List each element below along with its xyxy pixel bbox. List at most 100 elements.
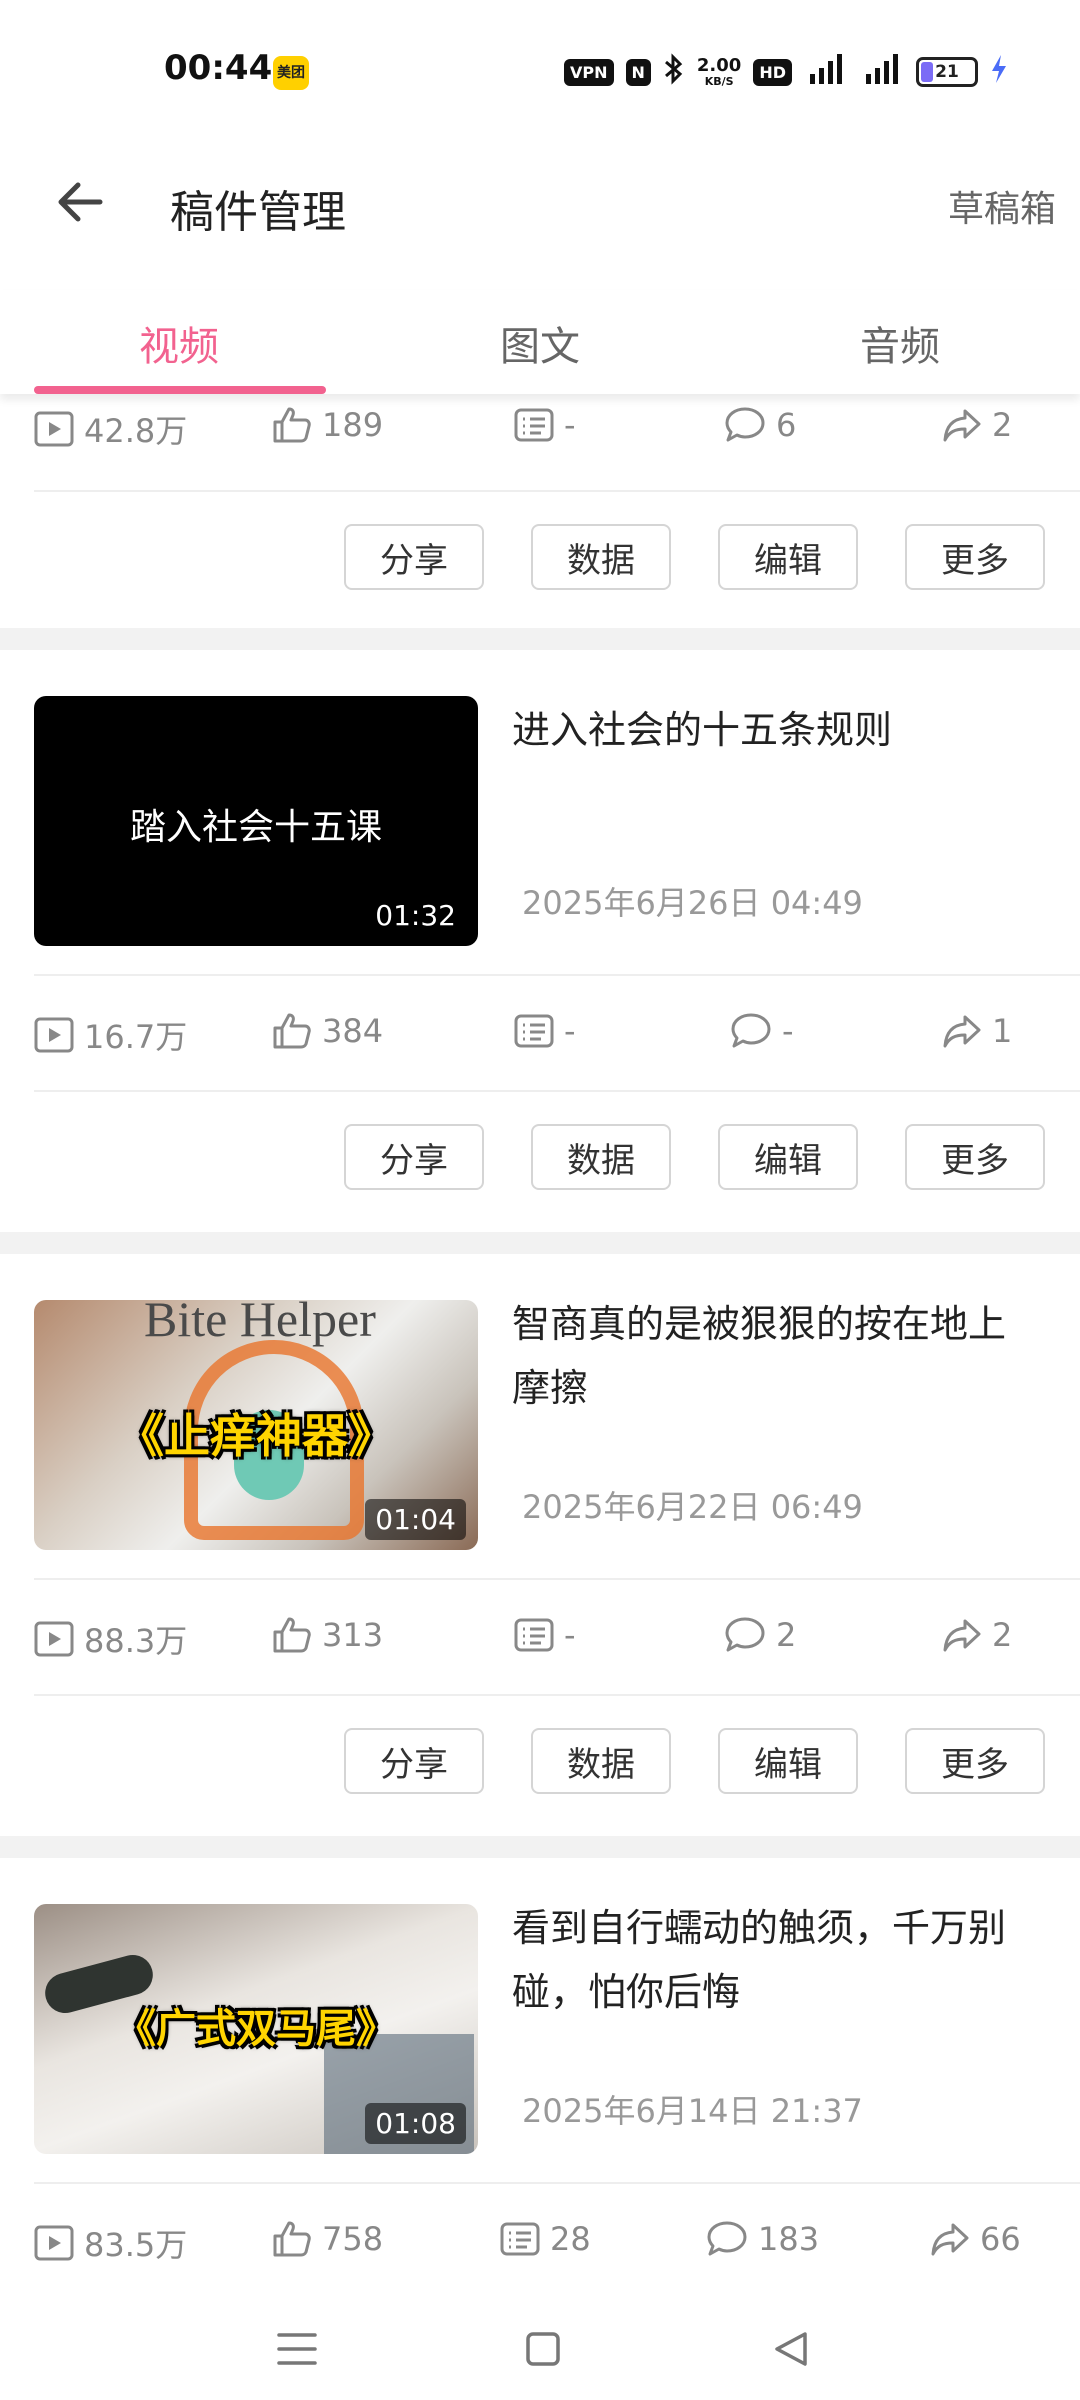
video-title[interactable]: 智商真的是被狠狠的按在地上摩擦	[512, 1292, 1040, 1420]
thumbs-up-icon	[273, 2221, 311, 2257]
post-actions: 分享 数据 编辑 更多	[0, 1728, 1080, 1798]
post-list[interactable]: 42.8万 189 - 6 2 分享 数据 编辑 更多 踏入社会十五课 01:3…	[0, 394, 1080, 2294]
share-arrow-icon	[943, 1015, 981, 1048]
danmaku-stat: 28	[500, 2220, 591, 2258]
edit-button[interactable]: 编辑	[718, 524, 858, 590]
shares-stat: 2	[942, 1616, 1012, 1654]
thumbs-up-icon	[273, 407, 311, 443]
edit-button[interactable]: 编辑	[718, 1728, 858, 1794]
post-actions: 分享 数据 编辑 更多	[0, 1124, 1080, 1194]
share-button[interactable]: 分享	[344, 524, 484, 590]
views-count: 88.3万	[84, 1622, 188, 1660]
battery-icon: 21	[916, 57, 978, 87]
charging-icon	[990, 54, 1008, 91]
shares-count: 1	[992, 1012, 1013, 1050]
thumbs-up-icon	[273, 1617, 311, 1653]
views-stat: 42.8万	[34, 406, 187, 452]
more-button[interactable]: 更多	[905, 524, 1045, 590]
video-thumbnail[interactable]: 《广式双马尾》 01:08	[34, 1904, 478, 2154]
comment-bubble-icon	[725, 407, 765, 442]
network-speed-unit: KB/S	[704, 75, 734, 88]
post-stats: 88.3万 313 - 2 2	[0, 1616, 1080, 1676]
post-actions: 分享 数据 编辑 更多	[0, 524, 1080, 594]
comments-stat: -	[730, 1012, 794, 1050]
thumbs-up-icon	[273, 1013, 311, 1049]
danmaku-count: -	[564, 1616, 576, 1654]
danmaku-count: -	[564, 1012, 576, 1050]
more-button[interactable]: 更多	[905, 1728, 1045, 1794]
tab-audio[interactable]: 音频	[735, 314, 1065, 372]
system-navigation-bar	[0, 2294, 1080, 2400]
video-thumbnail[interactable]: 踏入社会十五课 01:32	[34, 696, 478, 946]
views-stat: 16.7万	[34, 1012, 187, 1058]
danmaku-icon	[514, 1014, 554, 1048]
post-card[interactable]: 踏入社会十五课 01:32 进入社会的十五条规则 2025年6月26日 04:4…	[0, 650, 1080, 1232]
danmaku-count: -	[564, 406, 576, 444]
back-button[interactable]	[48, 170, 112, 234]
publish-date: 2025年6月14日 21:37	[522, 2092, 863, 2130]
likes-stat: 313	[272, 1616, 383, 1654]
video-title[interactable]: 进入社会的十五条规则	[512, 698, 1040, 762]
comment-bubble-icon	[725, 1617, 765, 1652]
back-nav-button[interactable]	[756, 2314, 826, 2384]
danmaku-icon	[514, 408, 554, 442]
play-count-icon	[34, 411, 74, 447]
section-gap	[0, 1232, 1080, 1254]
video-duration: 01:32	[375, 899, 456, 932]
post-card: 42.8万 189 - 6 2 分享 数据 编辑 更多	[0, 394, 1080, 634]
post-stats: 83.5万 758 28 183 66	[0, 2220, 1080, 2280]
post-stats: 16.7万 384 - - 1	[0, 1012, 1080, 1072]
share-arrow-icon	[943, 409, 981, 442]
views-stat: 83.5万	[34, 2220, 187, 2266]
video-title[interactable]: 看到自行蠕动的触须，千万别碰，怕你后悔	[512, 1896, 1040, 2024]
data-button[interactable]: 数据	[531, 524, 671, 590]
top-app-bar: 稿件管理 草稿箱	[0, 140, 1080, 260]
shares-count: 2	[992, 1616, 1013, 1654]
likes-stat: 189	[272, 406, 383, 444]
bluetooth-icon	[663, 53, 685, 91]
drafts-button[interactable]: 草稿箱	[948, 180, 1056, 232]
post-card[interactable]: 《广式双马尾》 01:08 看到自行蠕动的触须，千万别碰，怕你后悔 2025年6…	[0, 1858, 1080, 2294]
danmaku-stat: -	[514, 1012, 576, 1050]
video-duration: 01:04	[365, 1499, 466, 1540]
comments-stat: 2	[724, 1616, 796, 1654]
views-count: 42.8万	[84, 412, 188, 450]
shares-stat: 1	[942, 1012, 1012, 1050]
more-button[interactable]: 更多	[905, 1124, 1045, 1190]
edit-button[interactable]: 编辑	[718, 1124, 858, 1190]
views-stat: 88.3万	[34, 1616, 187, 1662]
likes-count: 758	[322, 2220, 384, 2258]
section-gap	[0, 1836, 1080, 1858]
post-card[interactable]: Bite Helper 《止痒神器》 01:04 智商真的是被狠狠的按在地上摩擦…	[0, 1254, 1080, 1836]
menu-icon	[277, 2333, 317, 2365]
home-button[interactable]	[508, 2314, 578, 2384]
divider	[34, 2182, 1080, 2184]
post-stats: 42.8万 189 - 6 2	[0, 406, 1080, 466]
likes-stat: 758	[272, 2220, 383, 2258]
section-gap	[0, 628, 1080, 650]
share-button[interactable]: 分享	[344, 1728, 484, 1794]
tab-image-text[interactable]: 图文	[375, 314, 705, 372]
likes-stat: 384	[272, 1012, 383, 1050]
divider	[34, 1694, 1080, 1696]
danmaku-count: 28	[550, 2220, 591, 2258]
tab-video[interactable]: 视频	[14, 314, 344, 372]
danmaku-stat: -	[514, 1616, 576, 1654]
share-button[interactable]: 分享	[344, 1124, 484, 1190]
thumbnail-caption: 《广式双马尾》	[116, 2006, 396, 2052]
content-type-tabs: 视频 图文 音频	[0, 290, 1080, 394]
publish-date: 2025年6月26日 04:49	[522, 884, 863, 922]
video-thumbnail[interactable]: Bite Helper 《止痒神器》 01:04	[34, 1300, 478, 1550]
play-count-icon	[34, 2225, 74, 2261]
data-button[interactable]: 数据	[531, 1728, 671, 1794]
publish-date: 2025年6月22日 06:49	[522, 1488, 863, 1526]
danmaku-icon	[514, 1618, 554, 1652]
data-button[interactable]: 数据	[531, 1124, 671, 1190]
thumbnail-caption: 踏入社会十五课	[129, 807, 382, 848]
divider	[34, 974, 1080, 976]
triangle-back-icon	[775, 2332, 807, 2366]
play-count-icon	[34, 1017, 74, 1053]
meituan-app-icon: 美团	[273, 56, 309, 90]
recent-apps-button[interactable]	[262, 2314, 332, 2384]
square-icon	[526, 2332, 560, 2366]
